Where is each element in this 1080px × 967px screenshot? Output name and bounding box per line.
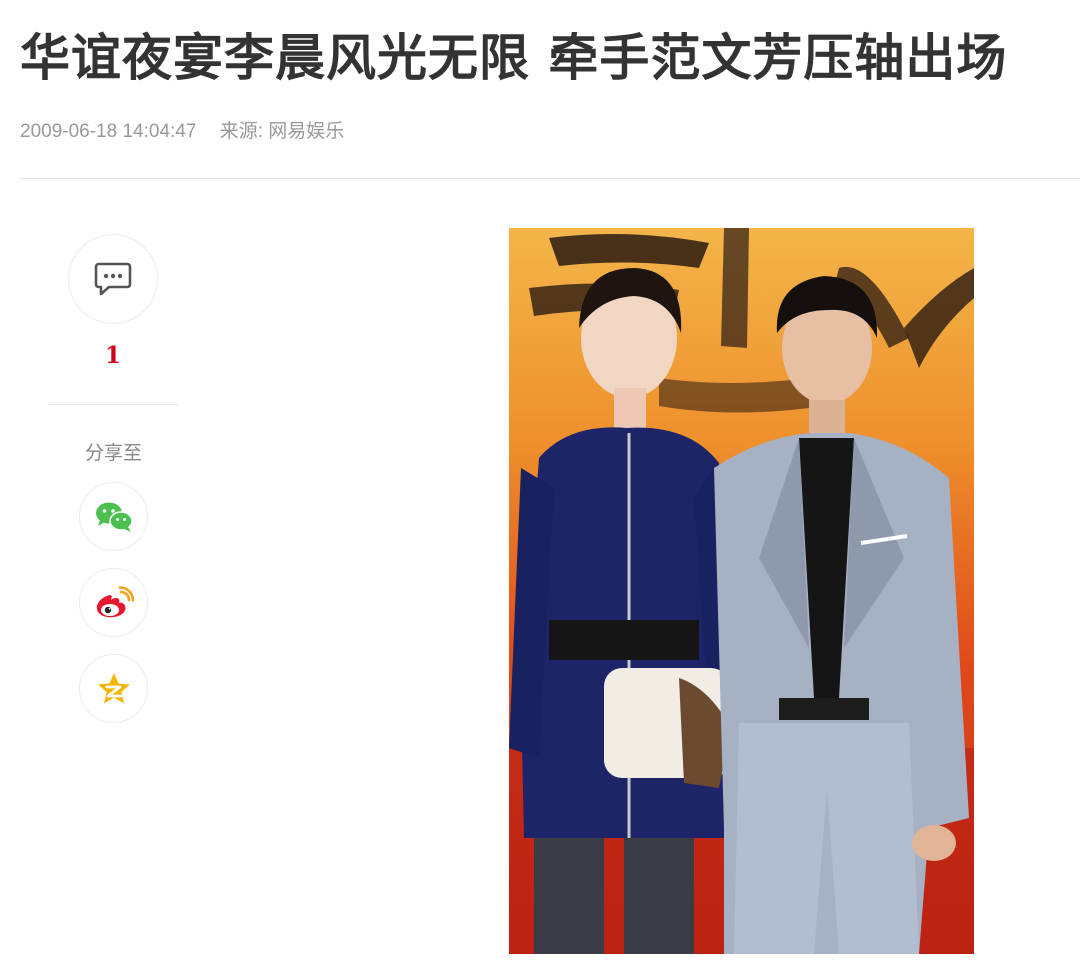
wechat-icon	[95, 502, 133, 532]
comment-count[interactable]: 1	[68, 342, 158, 369]
article-title: 华谊夜宴李晨风光无限 牵手范文芳压轴出场	[20, 29, 1008, 87]
header-divider	[20, 178, 1080, 179]
weibo-icon	[96, 585, 134, 617]
comment-bubble-icon	[94, 262, 132, 296]
article-meta: 2009-06-18 14:04:47 来源: 网易娱乐	[20, 116, 344, 143]
comment-button[interactable]	[68, 234, 158, 324]
share-wechat-button[interactable]	[79, 482, 148, 551]
share-qzone-button[interactable]	[79, 654, 148, 723]
share-weibo-button[interactable]	[79, 568, 148, 637]
qzone-icon	[97, 672, 130, 703]
article-photo	[509, 228, 974, 954]
publish-date: 2009-06-18 14:04:47	[20, 121, 197, 142]
share-label: 分享至	[84, 442, 142, 464]
article-source[interactable]: 来源: 网易娱乐	[220, 121, 345, 142]
sidebar-divider	[48, 404, 179, 405]
